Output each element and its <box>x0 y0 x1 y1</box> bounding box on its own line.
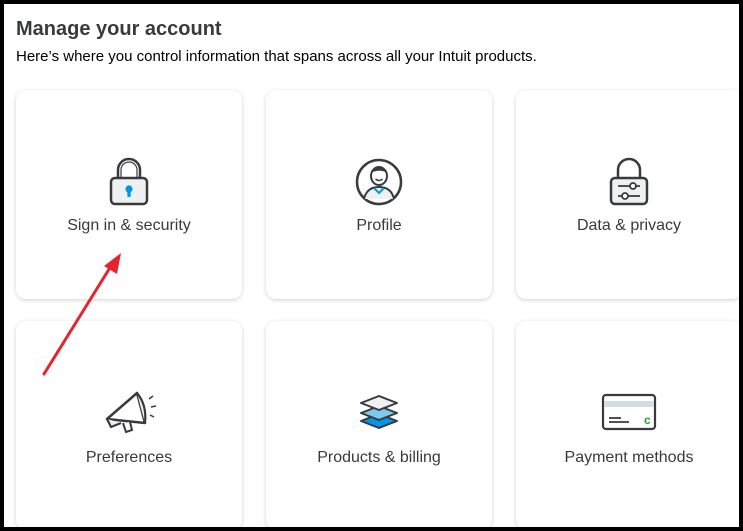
card-label: Preferences <box>85 449 173 466</box>
card-label: Payment methods <box>564 449 694 466</box>
card-label: Profile <box>356 217 402 234</box>
card-sign-in-security[interactable]: Sign in & security <box>16 90 242 299</box>
card-profile[interactable]: Profile <box>266 90 492 299</box>
card-label: Sign in & security <box>67 217 191 234</box>
card-preferences[interactable]: Preferences <box>16 321 242 527</box>
layers-icon <box>351 384 407 440</box>
page-subtitle: Here’s where you control information tha… <box>16 48 537 65</box>
card-label: Data & privacy <box>576 217 682 234</box>
sliders-lock-icon <box>601 154 657 210</box>
person-icon <box>351 154 407 210</box>
credit-card-icon: c <box>601 384 657 440</box>
lock-icon <box>101 154 157 210</box>
page-title: Manage your account <box>16 18 222 40</box>
card-products-billing[interactable]: Products & billing <box>266 321 492 527</box>
megaphone-icon <box>101 384 157 440</box>
card-label: Products & billing <box>317 449 441 466</box>
card-payment-methods[interactable]: c Payment methods <box>516 321 739 527</box>
account-page: Manage your account Here’s where you con… <box>0 0 743 531</box>
card-data-privacy[interactable]: Data & privacy <box>516 90 739 299</box>
svg-text:c: c <box>644 413 651 427</box>
